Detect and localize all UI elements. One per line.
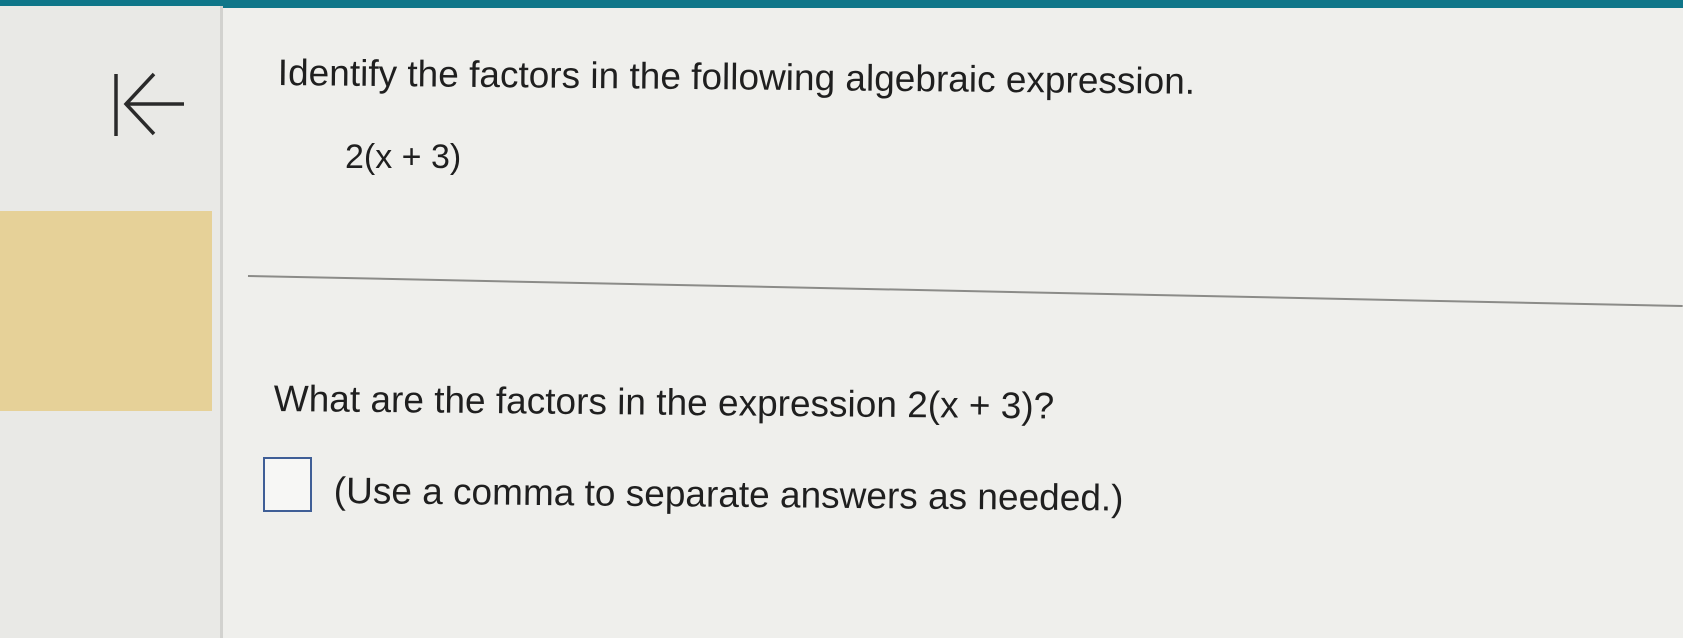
- answer-hint: (Use a comma to separate answers as need…: [333, 470, 1124, 519]
- question-content: [223, 8, 1683, 638]
- answer-input[interactable]: [263, 457, 312, 512]
- algebraic-expression: 2(x + 3): [345, 138, 462, 176]
- arrow-left-to-line-icon: [114, 72, 184, 136]
- question-prompt: What are the factors in the expression 2…: [273, 378, 1055, 427]
- question-title: Identify the factors in the following al…: [277, 52, 1196, 102]
- back-button[interactable]: [112, 66, 194, 144]
- current-question-highlight: [0, 211, 212, 411]
